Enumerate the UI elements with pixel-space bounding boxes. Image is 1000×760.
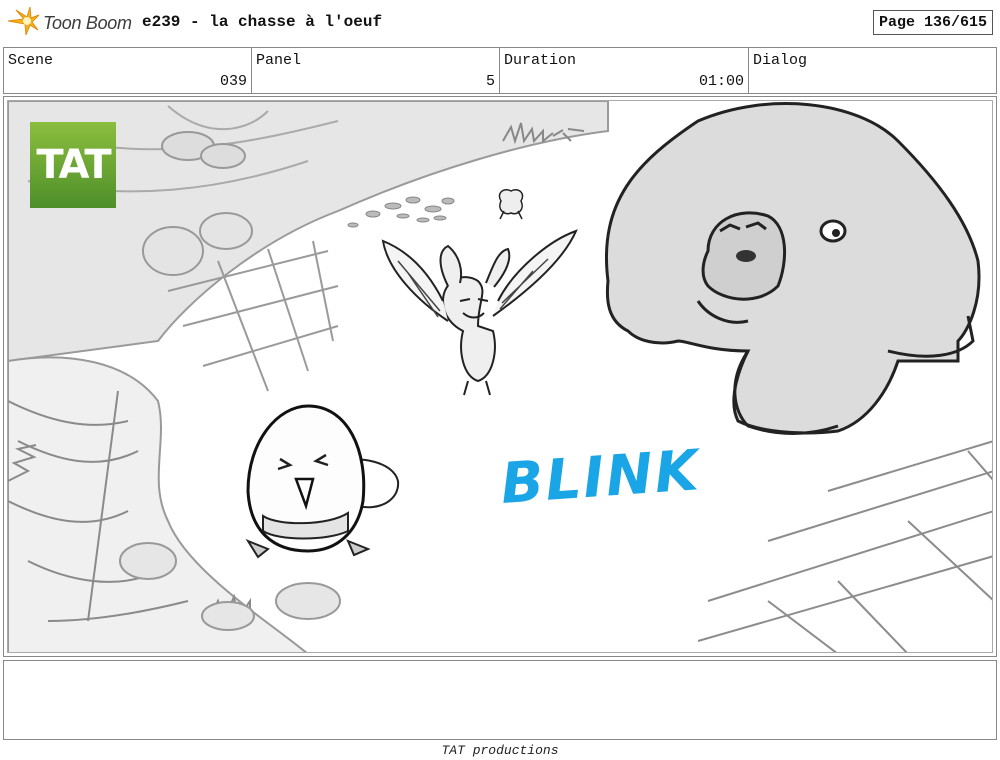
duration-label: Duration — [504, 52, 577, 69]
scene-cell: Scene 039 — [4, 48, 252, 93]
stone — [142, 226, 204, 276]
dialog-notes-box — [3, 660, 997, 740]
panel-label: Panel — [256, 52, 302, 69]
storyboard-panel: TAT BLINK — [3, 96, 997, 657]
duration-cell: Duration 01:00 — [500, 48, 749, 93]
gorilla-character — [605, 102, 981, 435]
document-title: e239 - la chasse à l'oeuf — [142, 13, 383, 31]
toon-boom-star-icon — [6, 6, 40, 41]
tat-studio-logo: TAT — [30, 122, 116, 208]
panel-value: 5 — [485, 73, 495, 90]
pebbles — [347, 196, 455, 228]
dialog-cell: Dialog — [749, 48, 996, 93]
dialog-label: Dialog — [753, 52, 808, 69]
floor-tiles-right — [697, 440, 992, 652]
flying-creature — [381, 229, 578, 396]
sketch-illustration — [8, 101, 992, 652]
scene-value: 039 — [219, 73, 247, 90]
page-indicator: Page 136/615 — [873, 10, 993, 35]
footer-credit: TAT productions — [441, 743, 559, 758]
brand-name: Toon Boom — [43, 12, 132, 33]
panel-cell: Panel 5 — [252, 48, 500, 93]
tat-logo-text: TAT — [36, 142, 111, 188]
sound-effect-text: BLINK — [498, 438, 703, 517]
toon-boom-logo: Toon Boom — [6, 6, 132, 40]
panel-artwork: TAT BLINK — [7, 100, 993, 653]
duration-value: 01:00 — [698, 73, 744, 90]
scene-label: Scene — [8, 52, 54, 69]
small-creature — [498, 189, 524, 220]
stone — [199, 212, 253, 250]
storyboard-header: Toon Boom e239 - la chasse à l'oeuf Page… — [0, 0, 1000, 46]
stone — [200, 143, 246, 169]
panel-info-row: Scene 039 Panel 5 Duration 01:00 Dialog — [3, 47, 997, 94]
bird-character — [245, 404, 400, 559]
